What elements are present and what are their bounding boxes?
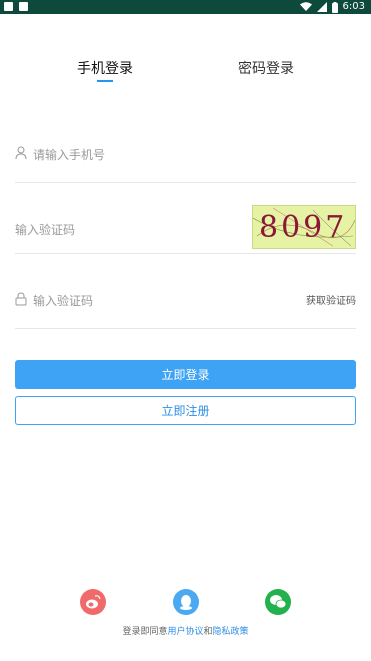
signal-icon bbox=[316, 2, 327, 12]
qq-login-button[interactable] bbox=[173, 589, 199, 615]
tab-password-login[interactable]: 密码登录 bbox=[216, 58, 316, 78]
notification-icons bbox=[4, 2, 28, 11]
battery-icon bbox=[331, 1, 338, 13]
status-time: 6:03 bbox=[342, 1, 365, 12]
captcha-code: 8097 bbox=[259, 210, 348, 245]
user-icon bbox=[15, 146, 27, 160]
login-tabs: 手机登录 密码登录 bbox=[0, 56, 371, 86]
active-tab-indicator bbox=[97, 80, 113, 82]
agreement-text: 登录即同意用户协议和隐私政策 bbox=[0, 624, 371, 637]
agreement-prefix: 登录即同意 bbox=[122, 627, 168, 637]
captcha-image[interactable]: 8097 bbox=[252, 205, 356, 249]
status-bar: 6:03 bbox=[0, 0, 371, 14]
notification-icon bbox=[4, 2, 13, 11]
notification-icon bbox=[19, 2, 28, 11]
login-button[interactable]: 立即登录 bbox=[15, 360, 356, 389]
captcha-placeholder: 输入验证码 bbox=[15, 223, 76, 237]
phone-field[interactable]: 请输入手机号 bbox=[15, 138, 356, 183]
phone-placeholder: 请输入手机号 bbox=[33, 148, 106, 162]
privacy-policy-link[interactable]: 隐私政策 bbox=[213, 627, 249, 637]
agreement-and: 和 bbox=[203, 627, 213, 637]
register-button[interactable]: 立即注册 bbox=[15, 396, 356, 425]
sms-placeholder: 输入验证码 bbox=[33, 294, 94, 308]
sms-code-field[interactable]: 输入验证码 获取验证码 bbox=[15, 284, 356, 329]
wechat-icon bbox=[270, 595, 287, 609]
tab-phone-login[interactable]: 手机登录 bbox=[55, 58, 155, 78]
get-code-button[interactable]: 获取验证码 bbox=[306, 292, 356, 307]
captcha-field[interactable]: 输入验证码 8097 bbox=[15, 205, 356, 254]
user-agreement-link[interactable]: 用户协议 bbox=[167, 627, 203, 637]
lock-icon bbox=[15, 292, 27, 306]
qq-icon bbox=[180, 595, 192, 610]
wechat-login-button[interactable] bbox=[265, 589, 291, 615]
wifi-icon bbox=[299, 2, 312, 11]
weibo-icon bbox=[86, 595, 101, 609]
weibo-login-button[interactable] bbox=[80, 589, 106, 615]
